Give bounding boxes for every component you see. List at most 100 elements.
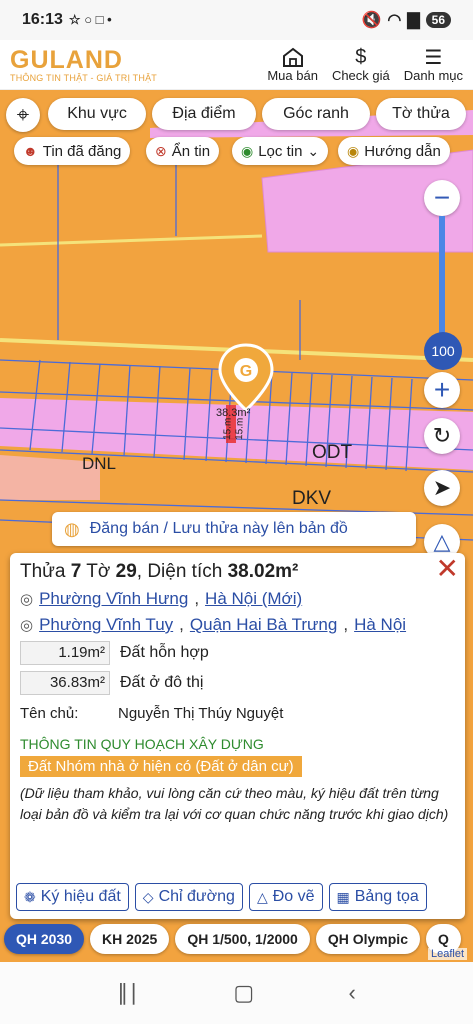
tab-kh-2025[interactable]: KH 2025 (90, 924, 170, 954)
close-circle-icon: ⊗ (155, 142, 167, 159)
tab-qh-1-500[interactable]: QH 1/500, 1/2000 (175, 924, 310, 954)
address-new: ◎ Phường Vĩnh Hưng, Hà Nội (Mới) (20, 589, 303, 609)
sheet-number: 29 (115, 561, 137, 582)
city-link[interactable]: Hà Nội (354, 615, 406, 635)
refresh-icon: ↻ (432, 423, 452, 448)
post-banner-label: Đăng bán / Lưu thửa này lên bản đồ (89, 520, 348, 537)
menu-icon: ☰ (424, 46, 443, 69)
plus-icon: + (433, 374, 451, 405)
land-use-type: Đất hỗn hợp (120, 644, 209, 661)
close-icon[interactable]: ✕ (436, 555, 459, 583)
zoom-in-button[interactable]: + (424, 372, 460, 408)
ward-link[interactable]: Phường Vĩnh Hưng (39, 589, 188, 609)
pin-icon: ◉ (241, 142, 254, 159)
navigation-arrow-icon: ➤ (432, 475, 452, 500)
action-label: Chỉ đường (158, 888, 235, 905)
header-nav: Mua bán $ Check giá ☰ Danh mục (267, 46, 473, 84)
directions-button[interactable]: ◇ Chỉ đường (134, 883, 243, 911)
zoom-out-button[interactable]: − (424, 180, 460, 216)
zone-dnl-label: DNL (82, 454, 116, 473)
back-icon[interactable]: ‹ (349, 980, 356, 1006)
land-symbol-button[interactable]: ❁ Ký hiệu đất (16, 883, 129, 911)
chip-label: Ẩn tin (171, 142, 211, 160)
system-nav-bar: ∥∣ ▢ ‹ (0, 962, 473, 1024)
logo-text: GULAND (10, 45, 123, 74)
minus-icon: − (433, 182, 451, 213)
land-use-row: 36.83m² Đất ở đô thị (20, 671, 455, 695)
measure-draw-button[interactable]: △ Đo vẽ (248, 883, 323, 911)
face-icon: ☻ (23, 143, 38, 159)
clock: 16:13 (22, 11, 63, 28)
location-pin-icon: ◎ (20, 617, 34, 634)
chip-khu-vuc[interactable]: Khu vực (48, 98, 146, 130)
nav-check-gia[interactable]: $ Check giá (331, 46, 390, 84)
nav-label: Danh mục (403, 68, 463, 83)
svg-text:G: G (240, 363, 252, 380)
home-icon[interactable]: ▢ (233, 980, 254, 1006)
plan-type-badge: Đất Nhóm nhà ở hiện có (Đất ở dân cư) (20, 756, 302, 777)
ward-link[interactable]: Phường Vĩnh Tuy (39, 615, 173, 635)
palette-icon: ❁ (24, 888, 36, 905)
tab-qh-olympic[interactable]: QH Olympic (315, 924, 420, 954)
chip-label: Tin đã đăng (42, 142, 122, 160)
recent-apps-icon[interactable]: ∥∣ (117, 980, 139, 1006)
nav-label: Mua bán (267, 68, 318, 83)
battery-indicator: 56 (425, 12, 451, 28)
play-circle-icon: ◉ (347, 142, 360, 159)
post-parcel-banner[interactable]: ◍ Đăng bán / Lưu thửa này lên bản đồ (52, 512, 416, 546)
navigate-button[interactable]: ➤ (424, 470, 460, 506)
house-icon (281, 46, 305, 68)
action-label: Ký hiệu đất (40, 888, 121, 905)
land-use-area: 36.83m² (20, 671, 110, 695)
district-link[interactable]: Quận Hai Bà Trưng (190, 615, 337, 635)
chip-dia-diem[interactable]: Địa điểm (152, 98, 256, 130)
chip-tin-da-dang[interactable]: ☻ Tin đã đăng (14, 137, 131, 165)
nav-mua-ban[interactable]: Mua bán (267, 46, 318, 83)
guland-logo[interactable]: GULAND THÔNG TIN THẬT - GIÁ TRỊ THẬT (0, 47, 240, 83)
tab-qh-2030[interactable]: QH 2030 (4, 924, 85, 954)
signal-icon: ▇ (407, 12, 420, 29)
disclaimer-text: (Dữ liệu tham khảo, vui lòng căn cứ theo… (20, 785, 449, 822)
triangle-ruler-icon: △ (256, 888, 268, 905)
chip-to-thua[interactable]: Tờ thửa (376, 98, 466, 130)
parcel-number: 7 (70, 561, 82, 582)
land-use-row: 1.19m² Đất hỗn hợp (20, 641, 455, 665)
chip-goc-ranh[interactable]: Góc ranh (262, 98, 370, 130)
crosshair-icon: ⌖ (16, 102, 30, 127)
location-pin-icon: ◎ (20, 591, 34, 608)
directions-icon: ◇ (142, 888, 154, 905)
app-header: GULAND THÔNG TIN THẬT - GIÁ TRỊ THẬT Mua… (0, 40, 473, 90)
nav-danh-muc[interactable]: ☰ Danh mục (403, 46, 463, 84)
dim-label-2: 15.m (234, 417, 246, 440)
address-old: ◎ Phường Vĩnh Tuy, Quận Hai Bà Trưng, Hà… (20, 615, 407, 635)
action-label: Đo vẽ (272, 888, 315, 905)
triangle-ruler-icon: △ (433, 529, 451, 554)
zoom-slider-track[interactable] (439, 216, 445, 336)
plan-info-title: THÔNG TIN QUY HOẠCH XÂY DỰNG (20, 736, 264, 752)
parcel-info-panel: ✕ Thửa 7 Tờ 29, Diện tích 38.02m² ◎ Phườ… (10, 553, 465, 919)
chip-loc-tin[interactable]: ◉ Lọc tin ⌄ (232, 137, 329, 165)
locate-me-button[interactable]: ⌖ (6, 98, 40, 132)
panel-actions: ❁ Ký hiệu đất ◇ Chỉ đường △ Đo vẽ ▦ Bảng… (16, 883, 427, 911)
zone-odt-label: ODT (312, 442, 353, 463)
land-use-area: 1.19m² (20, 641, 110, 665)
city-link[interactable]: Hà Nội (Mới) (205, 589, 302, 609)
zone-dkv-label: DKV (292, 488, 331, 509)
zoom-level-indicator[interactable]: 100 (424, 332, 462, 370)
leaflet-attribution[interactable]: Leaflet (427, 948, 467, 960)
plan-tabs: QH 2030 KH 2025 QH 1/500, 1/2000 QH Olym… (4, 924, 461, 954)
nav-label: Check giá (331, 68, 390, 83)
owner-row: Tên chủ: Nguyễn Thị Thúy Nguyệt (20, 705, 455, 722)
mute-icon: 🔇 (361, 12, 382, 29)
chip-an-tin[interactable]: ⊗ Ẩn tin (146, 137, 220, 165)
sheet-label: Tờ (86, 561, 111, 582)
table-icon: ▦ (336, 888, 350, 905)
parcel-title: Thửa 7 Tờ 29, Diện tích 38.02m² (20, 561, 455, 583)
refresh-button[interactable]: ↻ (424, 418, 460, 454)
status-bar: 16:13 ☆ ○ □ • 🔇 ◠ ▇ 56 (0, 0, 473, 40)
coordinates-table-button[interactable]: ▦ Bảng tọa (328, 883, 427, 911)
chevron-down-icon: ⌄ (307, 142, 320, 159)
area-label: 38.3m² (216, 407, 251, 419)
dim-label-1: 15.m (222, 417, 234, 440)
chip-huong-dan[interactable]: ◉ Hướng dẫn (338, 137, 450, 165)
